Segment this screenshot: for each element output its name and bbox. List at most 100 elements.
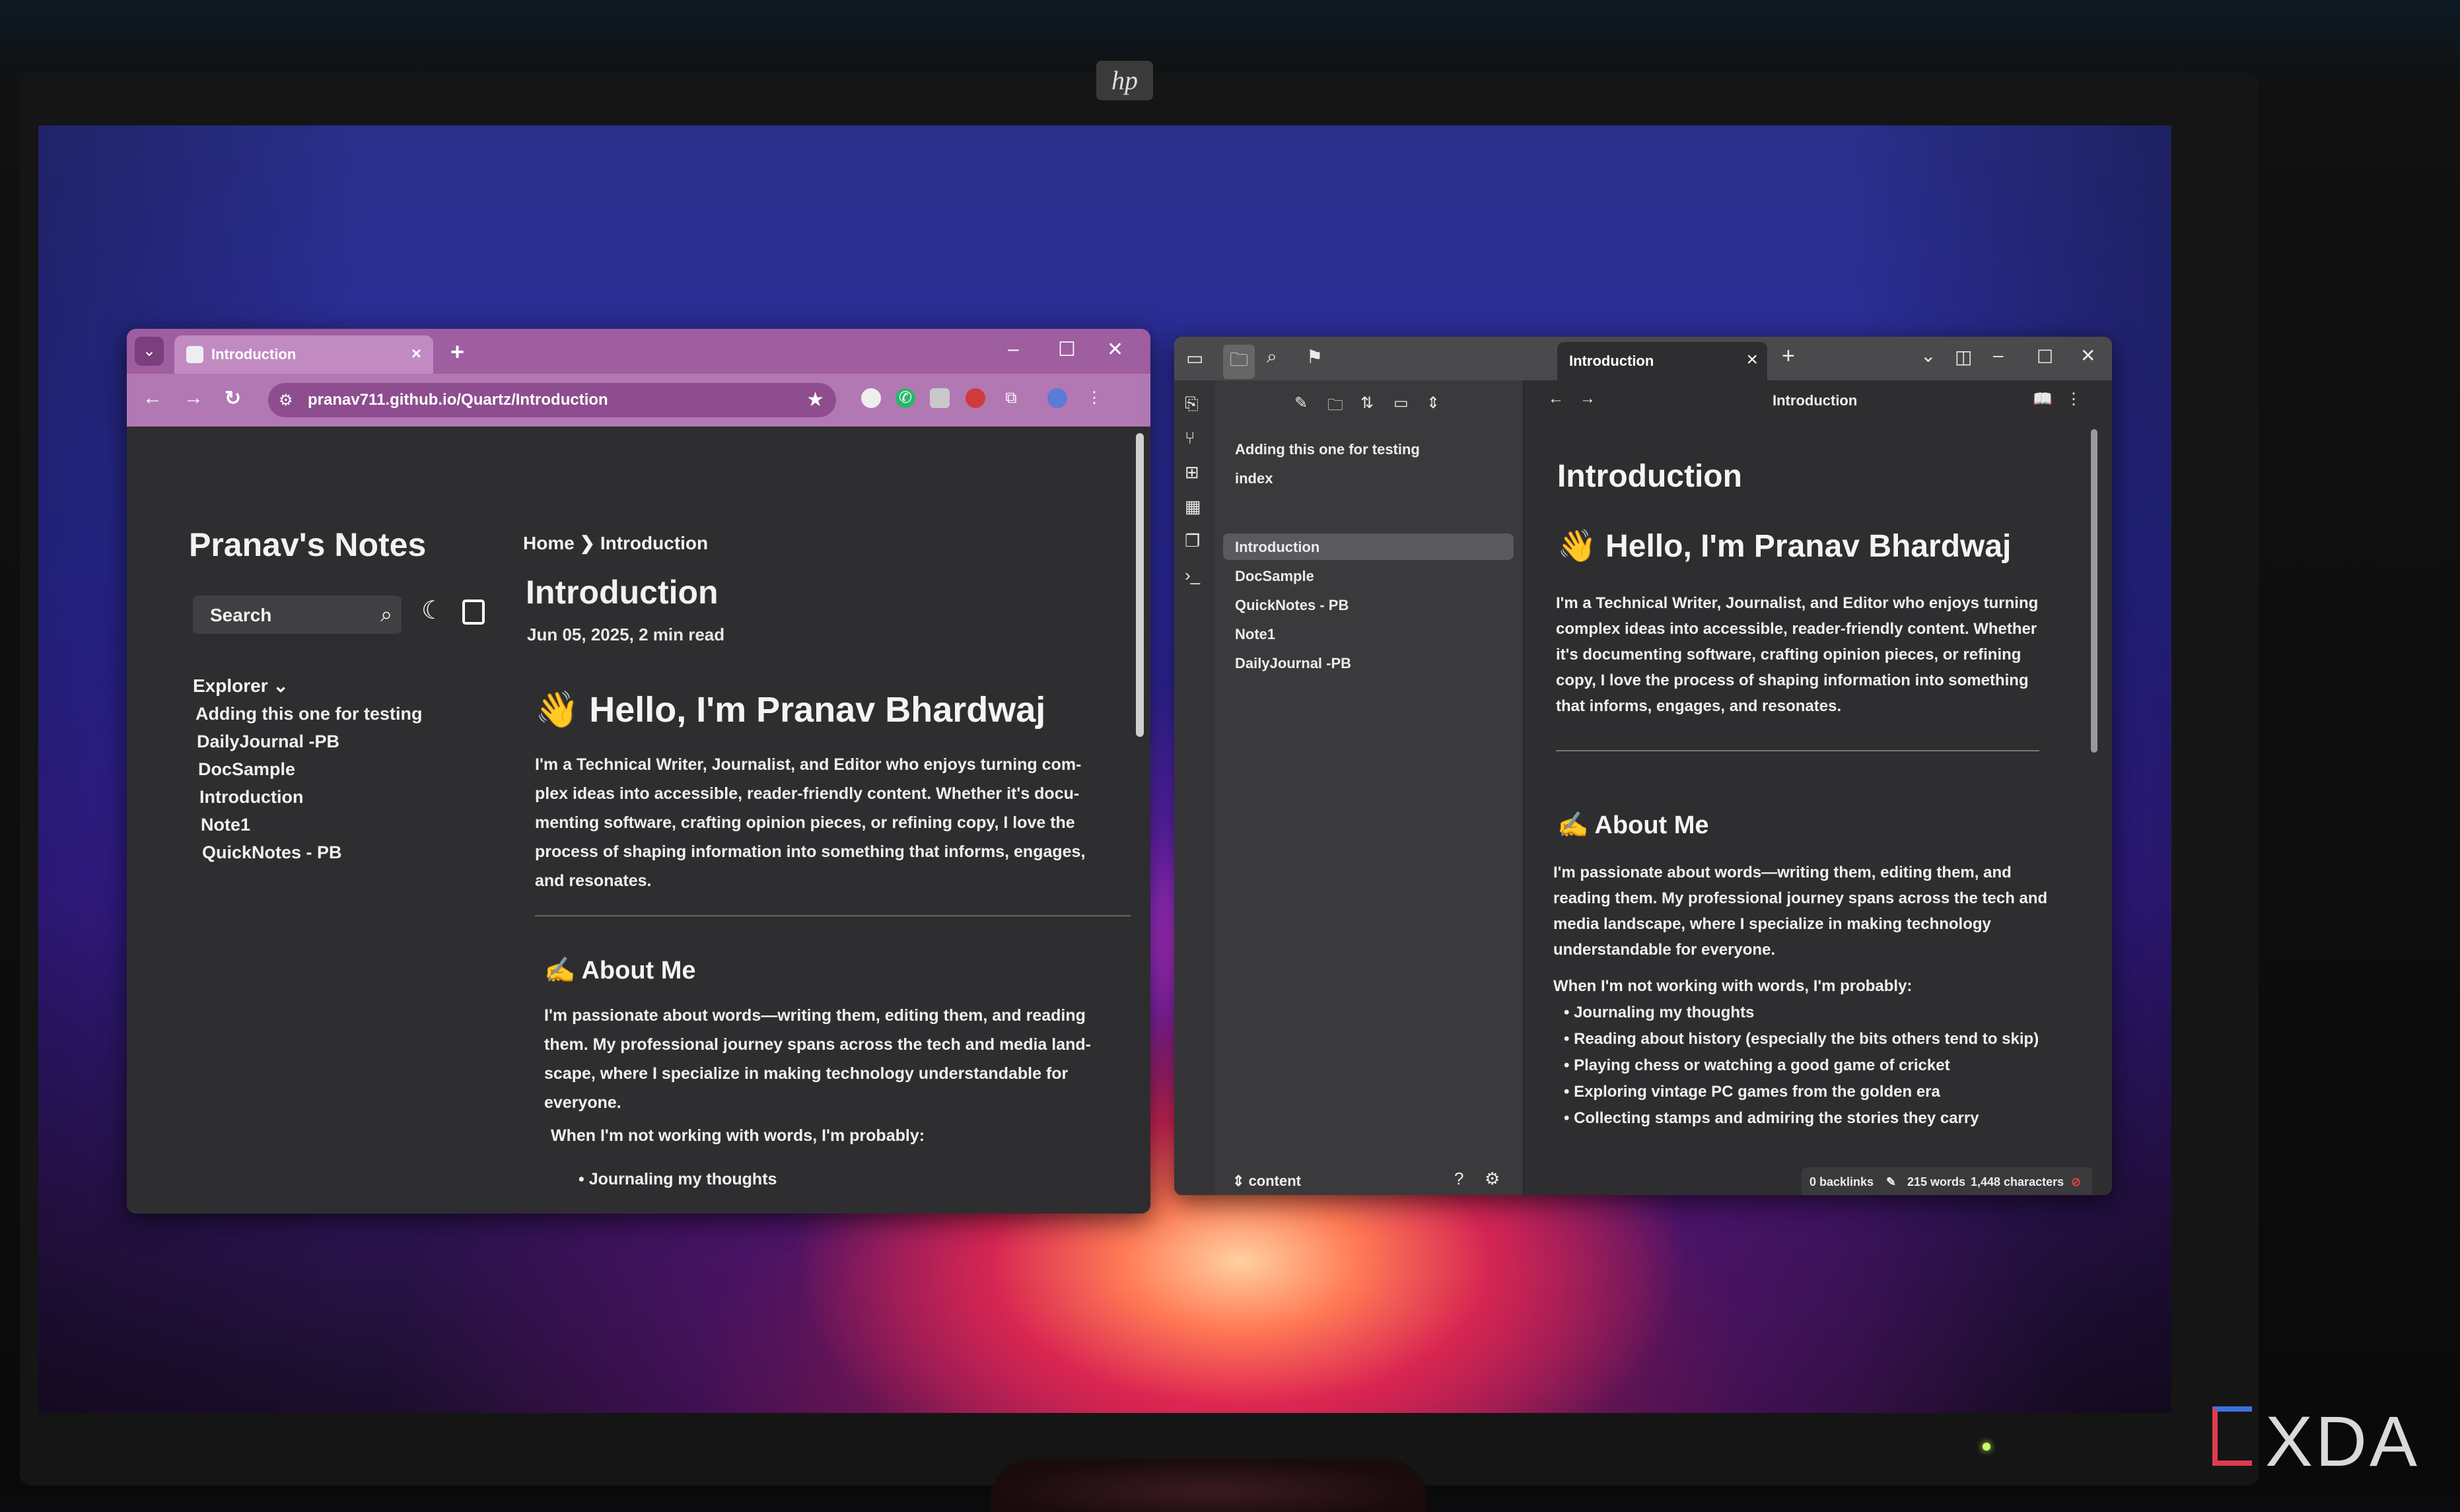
- minimize-icon[interactable]: –: [1008, 338, 1019, 361]
- list-item[interactable]: • Exploring vintage PC games from the go…: [1564, 1083, 1940, 1101]
- about-heading[interactable]: ✍️ About Me: [1557, 811, 1709, 840]
- file-item[interactable]: DocSample: [1235, 568, 1314, 585]
- tab-list-chevron-icon[interactable]: ⌄: [1920, 345, 1936, 366]
- text-line: I'm a Technical Writer, Journalist, and …: [535, 755, 1082, 774]
- site-info-icon[interactable]: ⚙: [279, 391, 293, 410]
- reading-view-icon[interactable]: 📖: [2033, 390, 2053, 409]
- canvas-icon[interactable]: ⊞: [1185, 462, 1199, 483]
- bookmark-icon[interactable]: ⚑: [1306, 346, 1323, 368]
- minimize-icon[interactable]: –: [1993, 345, 2004, 366]
- intro-paragraph[interactable]: I'm a Technical Writer, Journalist, and …: [1556, 590, 2038, 719]
- file-item[interactable]: Introduction: [1235, 539, 1319, 556]
- list-item[interactable]: • Collecting stamps and admiring the sto…: [1564, 1109, 1979, 1128]
- whatsapp-icon[interactable]: ✆: [896, 388, 915, 408]
- close-tab-icon[interactable]: ×: [411, 343, 421, 364]
- maximize-icon[interactable]: ☐: [2037, 346, 2053, 368]
- browser-tab-bar: ⌄ Introduction × + – ☐ ✕: [127, 329, 1150, 374]
- explorer-item[interactable]: QuickNotes - PB: [202, 842, 342, 863]
- reader-mode-icon[interactable]: [462, 600, 485, 625]
- browser-tab-introduction[interactable]: Introduction ×: [174, 335, 433, 374]
- file-item[interactable]: QuickNotes - PB: [1235, 597, 1349, 614]
- browser-toolbar: ← → ↻ ⚙ pranav711.github.io/Quartz/Intro…: [127, 374, 1150, 427]
- search-icon[interactable]: ⌕: [1267, 346, 1277, 368]
- backlinks-count[interactable]: 0 backlinks: [1810, 1175, 1874, 1189]
- explorer-item[interactable]: Adding this one for testing: [195, 704, 422, 724]
- explorer-item[interactable]: Note1: [201, 815, 250, 835]
- close-tab-icon[interactable]: ×: [1746, 349, 1758, 371]
- hello-heading[interactable]: 👋 Hello, I'm Pranav Bhardwaj: [1557, 527, 2011, 565]
- list-item[interactable]: • Playing chess or watching a good game …: [1564, 1056, 1950, 1075]
- extensions-puzzle-icon[interactable]: ⧉: [1001, 388, 1021, 408]
- reload-icon[interactable]: ↻: [225, 387, 241, 410]
- list-item[interactable]: • Journaling my thoughts: [1564, 1004, 1754, 1022]
- note-title[interactable]: Introduction: [1557, 458, 1742, 495]
- vault-switcher[interactable]: ⇕ content: [1232, 1173, 1301, 1190]
- list-item[interactable]: • Reading about history (especially the …: [1564, 1030, 2039, 1048]
- back-icon[interactable]: ←: [1548, 390, 1564, 408]
- text-line: process of shaping information into some…: [535, 842, 1086, 861]
- sidebar-toggle-icon[interactable]: ▭: [1186, 347, 1203, 369]
- file-item[interactable]: index: [1235, 470, 1273, 487]
- sync-status-icon[interactable]: ⊘: [2071, 1175, 2081, 1189]
- pdf-extension-icon[interactable]: [966, 388, 985, 408]
- text-line: scape, where I specialize in making tech…: [544, 1064, 1069, 1083]
- forward-icon[interactable]: →: [184, 387, 203, 409]
- right-sidebar-icon[interactable]: ◫: [1955, 346, 1972, 368]
- tab-search-icon[interactable]: ⌄: [135, 337, 164, 366]
- folder-icon[interactable]: 🗀: [1223, 345, 1255, 379]
- browser-menu-icon[interactable]: ⋮: [1084, 388, 1104, 408]
- forward-icon[interactable]: →: [1580, 390, 1596, 408]
- explorer-item[interactable]: DocSample: [198, 759, 295, 780]
- sort-icon[interactable]: ⇅: [1360, 394, 1374, 413]
- bookmark-star-icon[interactable]: ★: [806, 388, 824, 411]
- note-title-header[interactable]: Introduction: [1773, 392, 1857, 409]
- edit-mode-icon[interactable]: ✎: [1886, 1175, 1896, 1189]
- collapse-all-icon[interactable]: ⇕: [1426, 394, 1440, 413]
- file-item[interactable]: DailyJournal -PB: [1235, 655, 1351, 672]
- maximize-icon[interactable]: ☐: [1058, 338, 1076, 361]
- new-tab-button[interactable]: +: [450, 338, 464, 366]
- about-paragraph[interactable]: I'm passionate about words—writing them,…: [1553, 860, 2047, 963]
- profile-avatar[interactable]: [1047, 388, 1067, 408]
- page-scrollbar[interactable]: [1136, 433, 1144, 737]
- auto-reveal-icon[interactable]: ▭: [1393, 394, 1409, 413]
- obsidian-titlebar: ▭ 🗀 ⌕ ⚑ Introduction × + ⌄ ◫ – ☐ ✕: [1174, 337, 2112, 380]
- address-bar[interactable]: ⚙ pranav711.github.io/Quartz/Introductio…: [268, 383, 836, 417]
- character-count: 1,448 characters: [1971, 1175, 2064, 1188]
- file-item[interactable]: Note1: [1235, 626, 1275, 643]
- close-window-icon[interactable]: ✕: [1107, 338, 1123, 361]
- vault-name: content: [1248, 1173, 1302, 1189]
- not-working-text[interactable]: When I'm not working with words, I'm pro…: [1553, 977, 1912, 996]
- explorer-item[interactable]: DailyJournal -PB: [197, 732, 339, 752]
- graph-view-icon[interactable]: ⑂: [1185, 428, 1195, 448]
- not-working-text: When I'm not working with words, I'm pro…: [551, 1126, 925, 1145]
- new-folder-icon[interactable]: 🗀: [1327, 394, 1343, 421]
- search-input[interactable]: Search ⌕: [193, 596, 402, 634]
- obsidian-tab-introduction[interactable]: Introduction ×: [1557, 342, 1767, 380]
- back-icon[interactable]: ←: [143, 387, 162, 409]
- close-window-icon[interactable]: ✕: [2080, 345, 2095, 366]
- extension-circle-icon[interactable]: [861, 388, 881, 408]
- text-line: them. My professional journey spans acro…: [544, 1035, 1091, 1054]
- terminal-icon[interactable]: ›_: [1185, 565, 1200, 586]
- extension-icon[interactable]: [930, 388, 950, 408]
- breadcrumb-home[interactable]: Home: [523, 533, 575, 553]
- more-options-icon[interactable]: ⋮: [2066, 390, 2082, 409]
- new-tab-icon[interactable]: +: [1782, 343, 1795, 369]
- new-note-icon[interactable]: ✎: [1294, 394, 1308, 413]
- open-switcher-icon[interactable]: ⎘: [1185, 394, 1199, 415]
- templates-icon[interactable]: ❐: [1185, 531, 1200, 551]
- help-icon[interactable]: ?: [1454, 1169, 1463, 1189]
- text-line: I'm a Technical Writer, Journalist, and …: [1556, 594, 2039, 612]
- explorer-item[interactable]: Introduction: [199, 787, 303, 808]
- browser-window: ⌄ Introduction × + – ☐ ✕ ← → ↻ ⚙ pranav7…: [127, 329, 1150, 1214]
- site-title[interactable]: Pranav's Notes: [189, 526, 426, 564]
- file-item[interactable]: Adding this one for testing: [1235, 441, 1420, 458]
- explorer-toggle[interactable]: Explorer ⌄: [193, 675, 289, 697]
- list-item-text: Exploring vintage PC games from the gold…: [1574, 1083, 1940, 1101]
- calendar-icon[interactable]: ▦: [1185, 497, 1201, 517]
- breadcrumb-current: Introduction: [600, 533, 709, 553]
- editor-scrollbar[interactable]: [2091, 429, 2097, 753]
- settings-gear-icon[interactable]: ⚙: [1485, 1169, 1500, 1189]
- dark-mode-icon[interactable]: ☾: [421, 596, 444, 625]
